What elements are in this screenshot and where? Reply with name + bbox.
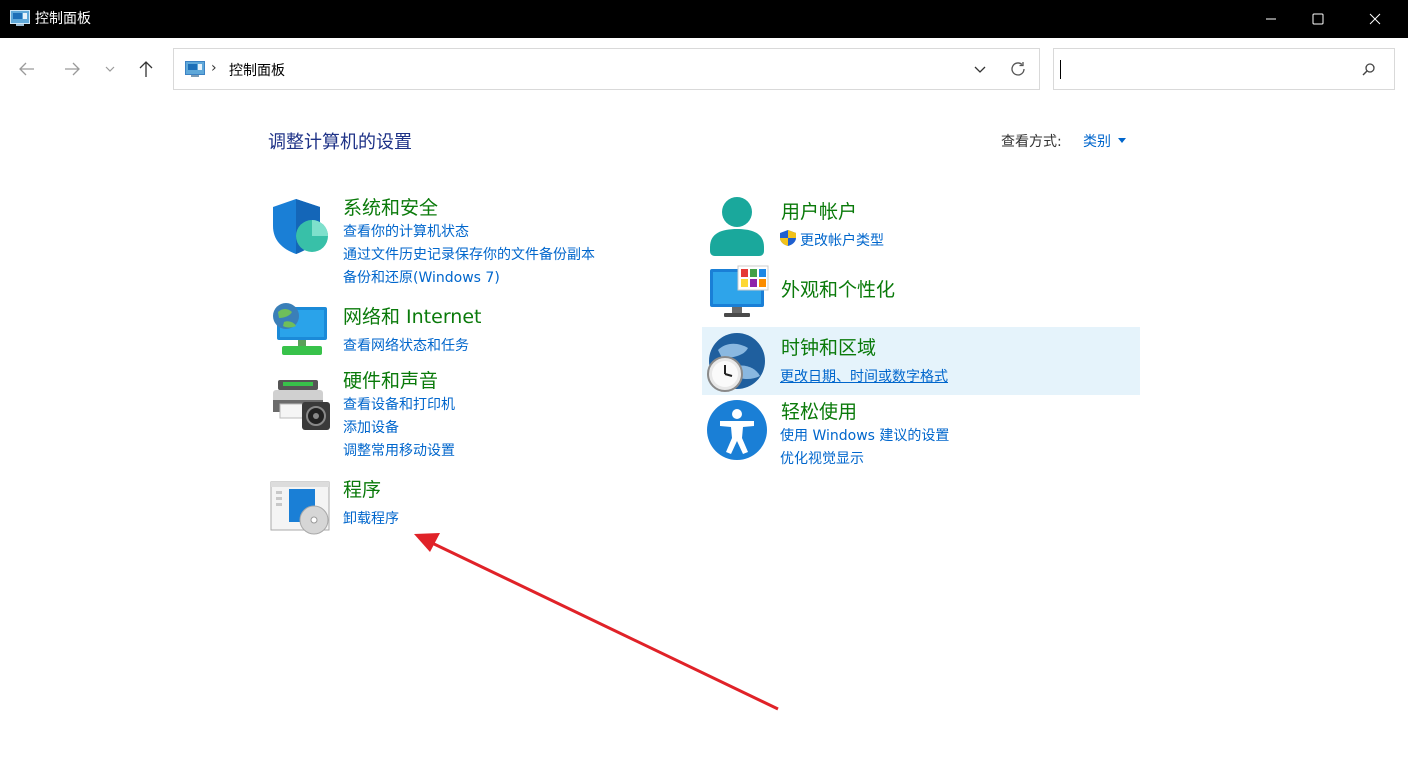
link-check-computer-status[interactable]: 查看你的计算机状态 xyxy=(343,221,469,241)
uac-shield-icon xyxy=(780,230,796,246)
category-title-programs[interactable]: 程序 xyxy=(343,475,381,502)
link-change-account-type[interactable]: 更改帐户类型 xyxy=(800,230,884,250)
category-title-clock-region[interactable]: 时钟和区域 xyxy=(781,333,876,360)
window-title: 控制面板 xyxy=(35,11,91,27)
printer-speaker-icon[interactable] xyxy=(270,374,332,434)
link-mobility-settings[interactable]: 调整常用移动设置 xyxy=(343,440,455,460)
back-arrow-icon xyxy=(19,62,34,76)
category-title-system-security[interactable]: 系统和安全 xyxy=(343,193,438,220)
control-panel-location-icon xyxy=(185,61,205,77)
title-bar: 控制面板 xyxy=(0,0,1408,38)
shield-security-icon[interactable] xyxy=(270,196,330,256)
search-box[interactable] xyxy=(1053,48,1395,90)
text-caret xyxy=(1060,60,1061,79)
back-button[interactable] xyxy=(11,50,43,88)
user-account-icon[interactable] xyxy=(708,195,768,257)
address-history-chevron-icon[interactable] xyxy=(973,61,987,77)
view-by-label: 查看方式: xyxy=(1001,134,1062,150)
link-devices-printers[interactable]: 查看设备和打印机 xyxy=(343,394,455,414)
maximize-icon xyxy=(1312,13,1324,25)
link-file-history-backup[interactable]: 通过文件历史记录保存你的文件备份副本 xyxy=(343,244,595,264)
maximize-button[interactable] xyxy=(1295,0,1341,38)
address-bar[interactable]: › 控制面板 xyxy=(173,48,1040,90)
forward-button[interactable] xyxy=(56,50,88,88)
programs-disc-icon[interactable] xyxy=(270,478,332,536)
breadcrumb-separator: › xyxy=(211,60,217,76)
category-title-ease-of-access[interactable]: 轻松使用 xyxy=(781,397,857,424)
monitor-personalization-icon[interactable] xyxy=(708,264,770,320)
search-icon[interactable] xyxy=(1362,62,1376,76)
breadcrumb-control-panel[interactable]: 控制面板 xyxy=(229,60,285,80)
refresh-icon[interactable] xyxy=(1009,60,1027,78)
control-panel-app-icon xyxy=(10,10,30,26)
link-optimize-visual-display[interactable]: 优化视觉显示 xyxy=(780,448,864,468)
recent-locations-button[interactable] xyxy=(94,50,126,88)
up-arrow-icon xyxy=(139,61,153,77)
page-heading: 调整计算机的设置 xyxy=(268,132,412,153)
close-icon xyxy=(1369,13,1381,25)
category-title-network-internet[interactable]: 网络和 Internet xyxy=(343,302,481,329)
link-change-date-time-format[interactable]: 更改日期、时间或数字格式 xyxy=(780,366,948,386)
globe-clock-icon[interactable] xyxy=(706,332,768,394)
link-uninstall-program[interactable]: 卸载程序 xyxy=(343,508,399,528)
link-windows-recommended-settings[interactable]: 使用 Windows 建议的设置 xyxy=(780,425,949,445)
forward-arrow-icon xyxy=(65,62,80,76)
minimize-button[interactable] xyxy=(1248,0,1294,38)
category-title-appearance-personalization[interactable]: 外观和个性化 xyxy=(781,275,895,302)
view-by-dropdown[interactable]: 类别 xyxy=(1083,131,1111,151)
close-button[interactable] xyxy=(1352,0,1398,38)
navigation-toolbar: › 控制面板 xyxy=(0,38,1408,100)
category-title-hardware-sound[interactable]: 硬件和声音 xyxy=(343,366,438,393)
link-add-device[interactable]: 添加设备 xyxy=(343,417,399,437)
link-network-status-tasks[interactable]: 查看网络状态和任务 xyxy=(343,335,469,355)
accessibility-icon[interactable] xyxy=(706,400,768,462)
minimize-icon xyxy=(1266,18,1276,20)
up-button[interactable] xyxy=(130,50,162,88)
link-backup-restore[interactable]: 备份和还原(Windows 7) xyxy=(343,267,500,287)
network-globe-icon[interactable] xyxy=(270,300,330,360)
category-title-user-accounts[interactable]: 用户帐户 xyxy=(781,197,857,224)
chevron-down-icon xyxy=(105,66,115,72)
dropdown-triangle-icon[interactable] xyxy=(1118,138,1126,143)
